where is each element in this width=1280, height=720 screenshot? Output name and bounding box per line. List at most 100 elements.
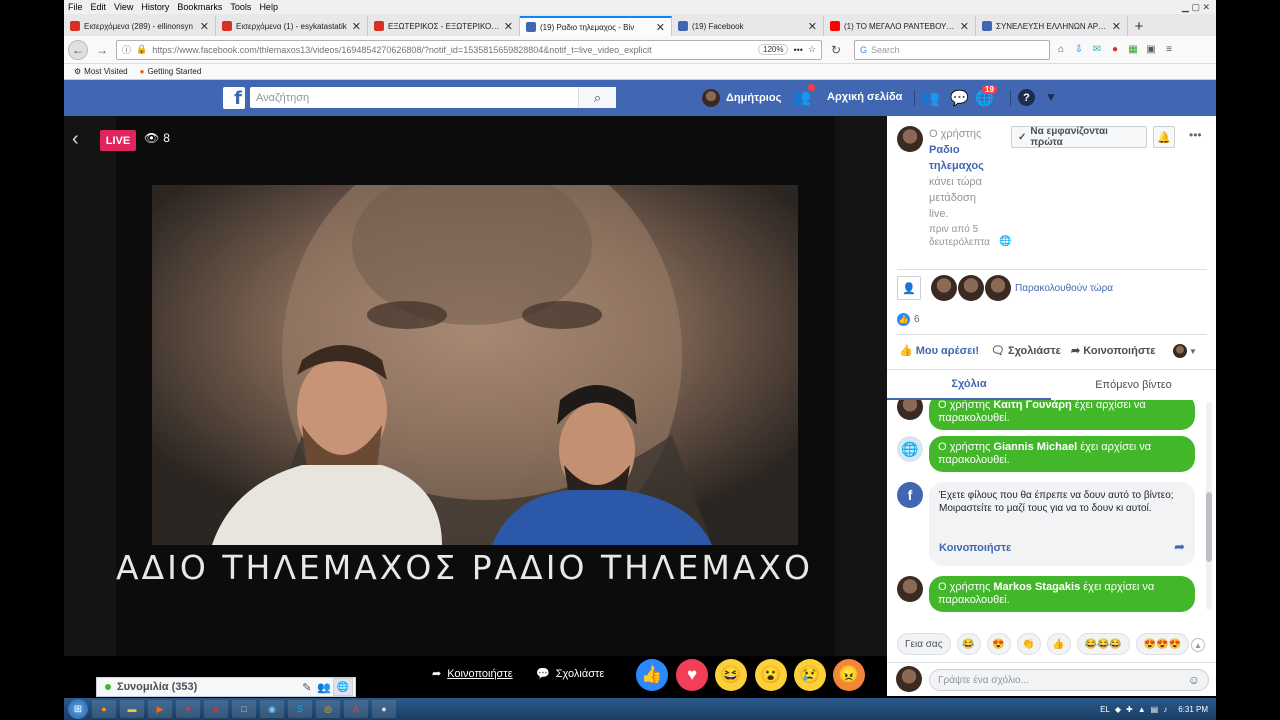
- quick-reply-chip[interactable]: Γεια σας: [897, 633, 951, 655]
- quick-reply-chip[interactable]: 😂😂😂: [1076, 633, 1130, 655]
- close-tab-icon[interactable]: ✕: [352, 20, 361, 33]
- close-tab-icon[interactable]: ✕: [808, 20, 817, 33]
- tray-icon[interactable]: ▲: [1138, 705, 1146, 714]
- viewer-avatar[interactable]: [931, 275, 957, 301]
- scrollbar-thumb[interactable]: [1206, 492, 1212, 562]
- media-player-icon[interactable]: ▶: [148, 700, 172, 718]
- share-arrow-icon[interactable]: ➦: [1174, 540, 1185, 553]
- back-button[interactable]: ←: [68, 39, 88, 60]
- tray-icon[interactable]: ✚: [1126, 705, 1133, 714]
- comment-button[interactable]: 🗨 Σχολιάστε: [991, 344, 1061, 358]
- group-icon[interactable]: 👥: [317, 681, 331, 694]
- share-button[interactable]: ➦ Κοινοποιήστε: [432, 667, 513, 681]
- comment-input[interactable]: Γράψτε ένα σχόλιο... ☺: [929, 669, 1209, 691]
- windows-start-icon[interactable]: ⊞: [68, 699, 88, 719]
- acrobat-icon[interactable]: A: [344, 700, 368, 718]
- search-bar[interactable]: G Search: [854, 39, 1050, 60]
- url-bar[interactable]: ⓘ 🔒 https://www.facebook.com/thlemaxos13…: [116, 39, 822, 60]
- browser-tab[interactable]: ΕΞΩΤΕΡΙΚΟΣ - ΕΞΩΤΕΡΙΚΟΣ ΚΑ ✕: [368, 16, 520, 36]
- skype-icon[interactable]: S: [288, 700, 312, 718]
- chrome-icon[interactable]: ◎: [316, 700, 340, 718]
- quick-reply-chip[interactable]: 👍: [1046, 633, 1071, 655]
- quick-reply-chip[interactable]: 👏: [1016, 633, 1041, 655]
- chevron-up-icon[interactable]: ▲: [1191, 638, 1205, 652]
- comments-feed[interactable]: Ο χρήστης Καιτη Γουνάρη έχει αρχίσει να π…: [887, 400, 1216, 618]
- home-link[interactable]: Αρχική σελίδα: [827, 91, 902, 103]
- quick-reply-chip[interactable]: 😂: [956, 633, 981, 655]
- avatar[interactable]: [897, 400, 923, 420]
- language-indicator[interactable]: EL: [1100, 705, 1110, 714]
- invite-friend-icon[interactable]: 👤: [897, 276, 921, 300]
- app-icon[interactable]: ●: [372, 700, 396, 718]
- love-icon[interactable]: ♥: [676, 659, 708, 691]
- menu-edit[interactable]: Edit: [91, 2, 107, 12]
- avatar[interactable]: 🌐: [897, 436, 923, 462]
- window-controls[interactable]: ▁ ▢ ✕: [1182, 2, 1216, 13]
- menu-file[interactable]: File: [68, 2, 83, 12]
- app-icon[interactable]: □: [232, 700, 256, 718]
- messenger-icon[interactable]: 💬: [950, 89, 969, 107]
- quick-reply-chip[interactable]: 😍: [986, 633, 1011, 655]
- firefox-icon[interactable]: ●: [92, 700, 116, 718]
- viewer-avatar[interactable]: [985, 275, 1011, 301]
- quick-reply-chip[interactable]: 😍😍😍: [1135, 633, 1190, 655]
- page-name-link[interactable]: Ραδιο: [929, 142, 1001, 158]
- browser-tab[interactable]: (1) ΤΟ ΜΕΓΑΛΟ ΡΑΝΤΕΒΟΥ ΣΤ ✕: [824, 16, 976, 36]
- help-icon[interactable]: ?: [1018, 89, 1035, 106]
- viewer-avatar[interactable]: [958, 275, 984, 301]
- menu-bookmarks[interactable]: Bookmarks: [177, 2, 222, 12]
- see-first-button[interactable]: ✓ Να εμφανίζονται πρώτα: [1011, 126, 1147, 148]
- avatar[interactable]: [897, 576, 923, 602]
- facebook-search-input[interactable]: Αναζήτηση: [250, 87, 616, 108]
- post-as-selector[interactable]: ▼: [1173, 344, 1197, 358]
- chat-bar[interactable]: Συνομιλία (353) ✎ 👥 ⚙: [96, 677, 356, 697]
- menu-tools[interactable]: Tools: [230, 2, 251, 12]
- facebook-logo[interactable]: f: [223, 87, 245, 109]
- bell-icon[interactable]: 🔔: [1153, 126, 1175, 148]
- url-text[interactable]: https://www.facebook.com/thlemaxos13/vid…: [152, 45, 753, 55]
- share-prompt-link[interactable]: Κοινοποιήστε: [939, 542, 1011, 555]
- folder-icon[interactable]: ▬: [120, 700, 144, 718]
- page-name-link[interactable]: τηλεμαχος: [929, 158, 1001, 174]
- app-icon[interactable]: ■: [204, 700, 228, 718]
- menu-help[interactable]: Help: [259, 2, 278, 12]
- new-tab-button[interactable]: +: [1128, 16, 1150, 36]
- account-menu-caret-icon[interactable]: ▼: [1045, 90, 1057, 104]
- zoom-indicator[interactable]: 120%: [758, 44, 789, 55]
- browser-tab[interactable]: ΣΥΝΕΛΕΥΣΗ ΕΛΛΗΝΩΝ ΑΡΤΕΜ ✕: [976, 16, 1128, 36]
- tab-next-video[interactable]: Επόμενο βίντεο: [1051, 370, 1216, 400]
- bookmark-star-icon[interactable]: ☆: [808, 44, 816, 55]
- browser-tab[interactable]: (19) Facebook ✕: [672, 16, 824, 36]
- forward-button[interactable]: →: [92, 40, 112, 60]
- angry-icon[interactable]: 😠: [833, 659, 865, 691]
- browser-tab[interactable]: Εισερχόμενα (1) - esykatastatik ✕: [216, 16, 368, 36]
- find-friends-icon[interactable]: 👥: [792, 88, 811, 106]
- profile-link[interactable]: Δημήτριος: [702, 89, 781, 107]
- watching-now-link[interactable]: Παρακολουθούν τώρα: [1015, 283, 1113, 294]
- close-tab-icon[interactable]: ✕: [1112, 20, 1121, 33]
- extension-icon[interactable]: ✉: [1090, 43, 1104, 57]
- friend-requests-icon[interactable]: 👥: [921, 89, 940, 107]
- like-button[interactable]: 👍 Μου αρέσει!: [899, 344, 979, 358]
- bookmark-most-visited[interactable]: ⚙ Most Visited: [74, 67, 128, 76]
- extension-icon[interactable]: ▦: [1126, 43, 1140, 57]
- page-actions-button[interactable]: •••: [793, 45, 802, 55]
- more-options-icon[interactable]: •••: [1189, 128, 1202, 142]
- emoji-icon[interactable]: ☺: [1188, 673, 1200, 687]
- search-icon[interactable]: ⌕: [578, 87, 616, 108]
- scrollbar[interactable]: [1206, 402, 1212, 610]
- video-frame[interactable]: [152, 185, 798, 545]
- avatar[interactable]: [896, 666, 922, 692]
- menu-history[interactable]: History: [141, 2, 169, 12]
- close-tab-icon[interactable]: ✕: [656, 21, 665, 34]
- home-icon[interactable]: ⌂: [1054, 43, 1068, 57]
- extension-icon[interactable]: ▣: [1144, 43, 1158, 57]
- tab-comments[interactable]: Σχόλια: [887, 370, 1051, 400]
- app-icon[interactable]: ✦: [176, 700, 200, 718]
- pocket-icon[interactable]: ●: [1108, 43, 1122, 57]
- close-tab-icon[interactable]: ✕: [504, 20, 513, 33]
- bookmark-getting-started[interactable]: ● Getting Started: [140, 67, 202, 76]
- volume-icon[interactable]: ♪: [1163, 705, 1167, 714]
- haha-icon[interactable]: 😆: [715, 659, 747, 691]
- info-icon[interactable]: ⓘ: [122, 43, 131, 56]
